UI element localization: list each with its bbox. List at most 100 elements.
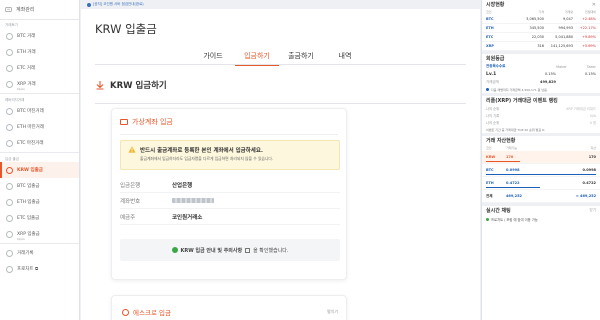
sidebar-section-deposit: 입금 출금 [5, 157, 19, 161]
sidebar-item-btc-margin[interactable]: BTC 마진거래 [0, 103, 79, 119]
etc-coin-icon [6, 214, 13, 222]
notice-bar[interactable]: [공지] 코인원 서버 점검안내(완료) [81, 0, 480, 9]
event-value: 0 원 [589, 121, 596, 125]
panel-settings-icon[interactable]: ✕ [592, 2, 596, 8]
main-panel: KRW 입출금 가이드 입금하기 출금하기 내역 KRW 입금하기 가상계좌 입… [81, 9, 480, 320]
card-title-text: 가상계좌 입금 [132, 118, 173, 126]
col-coin: 코인 [486, 146, 492, 150]
fee-tab-all[interactable]: 전종목수수료 [486, 64, 505, 69]
warning-icon [128, 146, 136, 153]
xrp-coin-icon [6, 80, 13, 88]
btc-coin-icon [6, 32, 13, 40]
sidebar-item-prochart[interactable]: 프로차트 ⧉ [0, 261, 79, 277]
coin-change: +2.48% [581, 17, 596, 21]
sidebar-item-etc-margin[interactable]: ETC 마진거래 [0, 135, 79, 151]
col-asset: 자산 [590, 146, 596, 150]
asset-row-total: 전체 469,252 ≈ 469,252 [482, 190, 600, 203]
sidebar-item-krw-deposit[interactable]: KRW 입출금 [0, 162, 79, 178]
asset-total: 0.0998 [582, 168, 596, 172]
asset-coin: 전체 [486, 193, 493, 198]
etc-coin-icon [6, 139, 13, 147]
confirm-link[interactable]: KRW 입금 안내 및 주의사항 [181, 247, 243, 254]
member-level: Lv.1 [486, 71, 497, 77]
coin-price: 3,065,500 [526, 17, 544, 21]
sidebar-item-btc-deposit[interactable]: BTC 입출금 [0, 178, 79, 194]
sidebar-item-label: BTC 마진거래 [17, 109, 44, 114]
sidebar-header-account[interactable]: 계좌관리 [0, 0, 79, 20]
asset-total: ≈ 469,252 [575, 194, 596, 198]
sidebar-item-eth-deposit[interactable]: ETH 입출금 [0, 194, 79, 210]
sidebar-header-label: 계좌관리 [16, 7, 35, 13]
external-link-icon[interactable] [245, 247, 251, 253]
market-row-eth[interactable]: ETH 345,500 994,993 +22.17% [482, 24, 600, 33]
chat-toggle-button[interactable]: 닫기 [590, 208, 596, 213]
sidebar-item-btc-trade[interactable]: BTC 거래 [0, 28, 79, 44]
coin-change: +5.69% [581, 44, 596, 48]
eth-coin-icon [6, 198, 13, 206]
fee-tab-taker: Taker [586, 64, 596, 69]
eth-coin-icon [6, 123, 13, 131]
event-row: 나의 기록 N/A [482, 112, 600, 119]
col-change: 전일대비 [584, 10, 596, 14]
asset-row-eth[interactable]: ETH 0.4722 0.4722 [482, 177, 600, 190]
confirm-notice: KRW 입금 안내 및 주의사항 을 확인했습니다. [120, 239, 340, 261]
sidebar-item-sub: Ripple [17, 238, 25, 241]
sidebar-item-label: ETH 거래 [17, 50, 36, 55]
confirm-suffix: 을 확인했습니다. [253, 247, 289, 254]
sidebar-item-etc-trade[interactable]: ETC 거래 [0, 60, 79, 76]
assets-section: 거래 자산현황 코인 거래가능 자산 KRW 170 170 BTC 0.099… [482, 133, 600, 203]
event-footnote-text: 이벤트 기간 중 거래대금 TOP 20 순위 발표 ⧉ [486, 127, 545, 132]
info-key: 예금주 [120, 214, 136, 221]
warning-box: 반드시 출금계좌로 등록한 본인 계좌에서 입금하세요. 출금계좌에서 입금하더… [120, 140, 340, 170]
sidebar-item-history[interactable]: 거래기록 [0, 245, 79, 261]
sidebar-item-eth-margin[interactable]: ETH 마진거래 [0, 119, 79, 135]
sidebar-item-eth-trade[interactable]: ETH 거래 [0, 44, 79, 60]
fee-tabs: 전종목수수료 Maker Taker [482, 63, 600, 70]
sidebar-item-label: ETH 입출금 [17, 200, 40, 205]
volume-label: 거래금액 [486, 79, 499, 84]
info-row-account-number: 계좌번호 [120, 193, 340, 209]
event-label: 나의 기록 [486, 114, 500, 118]
account-info: 입금은행 산업은행 계좌번호 예금주 코인원거래소 [120, 177, 340, 225]
sidebar-item-xrp-trade[interactable]: XRP 거래 Ripple [0, 76, 79, 92]
coin-price: 22,030 [531, 35, 544, 39]
sidebar-section-trade: 거래토기 [5, 23, 18, 27]
escrow-card[interactable]: 에스크로 입금 펼치기 [111, 295, 347, 320]
fee-row-level: Lv.1 0.15% 0.15% [482, 70, 600, 78]
left-sidebar: 계좌관리 거래토기 BTC 거래 ETH 거래 ETC 거래 XRP 거래 Rip… [0, 0, 80, 320]
event-footnote[interactable]: 이벤트 기간 중 거래대금 TOP 20 순위 발표 ⧉ [482, 126, 600, 133]
asset-row-krw[interactable]: KRW 170 170 [482, 151, 600, 164]
market-row-xrp[interactable]: XRP 316 141,125,693 +5.69% [482, 42, 600, 51]
expand-button[interactable]: 펼치기 [327, 309, 338, 315]
event-section: 리플(XRP) 거래대금 이벤트 랭킹 나의 순위 XRP 거래대금 리워드 나의… [482, 93, 600, 133]
asset-available: 469,252 [506, 194, 522, 198]
sidebar-item-label: 프로차트 ⧉ [17, 267, 39, 272]
event-row: 나의 순위 XRP 거래대금 리워드 [482, 105, 600, 112]
col-coin: 코인 [486, 10, 492, 14]
download-arrow-icon [96, 81, 104, 90]
info-key: 입금은행 [120, 182, 141, 189]
chart-icon [6, 265, 13, 273]
event-value: N/A [590, 113, 596, 118]
xrp-coin-icon [6, 230, 13, 238]
taker-fee: 0.15% [584, 72, 596, 76]
event-title: 리플(XRP) 거래대금 이벤트 랭킹 [486, 98, 558, 104]
chat-info-text: 프로차트 / 포럼 에 참여 이용 가능 [491, 218, 538, 222]
sidebar-divider [0, 152, 79, 153]
sidebar-item-label: XRP 입출금 [17, 232, 40, 237]
coin-volume: 141,125,693 [550, 44, 573, 48]
section-divider [95, 103, 466, 104]
market-row-btc[interactable]: BTC 3,065,500 9,047 +2.48% [482, 15, 600, 24]
assets-title: 거래 자산현황 [486, 138, 516, 144]
asset-row-btc[interactable]: BTC 0.0998 0.0998 [482, 164, 600, 177]
col-available: 거래가능 [506, 146, 518, 150]
asset-available: 170 [506, 155, 514, 159]
sidebar-item-etc-deposit[interactable]: ETC 입출금 [0, 210, 79, 226]
market-row-etc[interactable]: ETC 22,030 5,041,880 +9.89% [482, 33, 600, 42]
right-panel: ✕ 시장현황 코인 가격 거래량 전일대비 BTC 3,065,500 9,04… [481, 0, 600, 320]
sidebar-item-xrp-deposit[interactable]: XRP 입출금 Ripple [0, 226, 79, 242]
info-key: 계좌번호 [120, 198, 141, 205]
coin-volume: 5,041,880 [555, 35, 573, 39]
account-icon [5, 7, 12, 12]
sidebar-divider [0, 243, 79, 244]
